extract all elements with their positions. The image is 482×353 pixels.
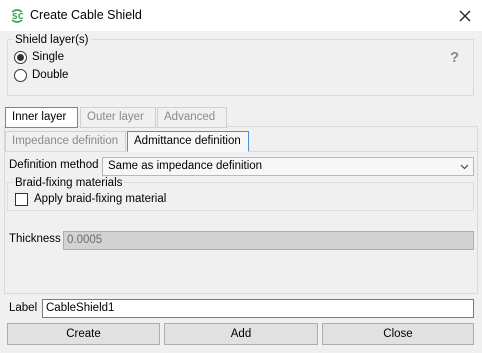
double-radio-label[interactable]: Double bbox=[32, 69, 68, 81]
definition-method-value: Same as impedance definition bbox=[108, 160, 263, 172]
create-button[interactable]: Create bbox=[7, 323, 160, 345]
double-radio[interactable] bbox=[14, 69, 27, 82]
label-field[interactable]: CableShield1 bbox=[42, 299, 474, 318]
apply-braid-fixing-checkbox[interactable] bbox=[15, 193, 28, 206]
definition-method-label: Definition method bbox=[9, 159, 99, 171]
title-bar: SC Create Cable Shield bbox=[0, 0, 482, 31]
thickness-field[interactable]: 0.0005 bbox=[63, 231, 474, 250]
definition-method-select[interactable]: Same as impedance definition bbox=[102, 157, 474, 176]
close-icon[interactable] bbox=[455, 6, 475, 26]
label-field-label: Label bbox=[9, 302, 38, 314]
tab-inner-layer[interactable]: Inner layer bbox=[5, 107, 78, 128]
tab-impedance-definition[interactable]: Impedance definition bbox=[5, 131, 126, 152]
single-radio-label[interactable]: Single bbox=[32, 51, 64, 63]
tab-outer-layer[interactable]: Outer layer bbox=[80, 107, 156, 128]
single-radio[interactable] bbox=[14, 51, 27, 64]
window-title: Create Cable Shield bbox=[30, 8, 142, 22]
thickness-label: Thickness bbox=[9, 233, 61, 245]
tab-advanced[interactable]: Advanced bbox=[157, 107, 227, 128]
shield-layers-group bbox=[7, 39, 474, 96]
help-icon[interactable]: ? bbox=[450, 49, 459, 66]
apply-braid-fixing-label[interactable]: Apply braid-fixing material bbox=[34, 193, 166, 205]
add-button[interactable]: Add bbox=[164, 323, 318, 345]
shield-layers-label: Shield layer(s) bbox=[13, 34, 91, 46]
tab-admittance-definition[interactable]: Admittance definition bbox=[127, 131, 249, 152]
cable-shield-icon: SC bbox=[11, 9, 24, 23]
chevron-down-icon bbox=[460, 164, 469, 170]
close-button[interactable]: Close bbox=[322, 323, 474, 345]
svg-text:SC: SC bbox=[12, 12, 24, 21]
braid-fixing-label: Braid-fixing materials bbox=[13, 177, 125, 189]
